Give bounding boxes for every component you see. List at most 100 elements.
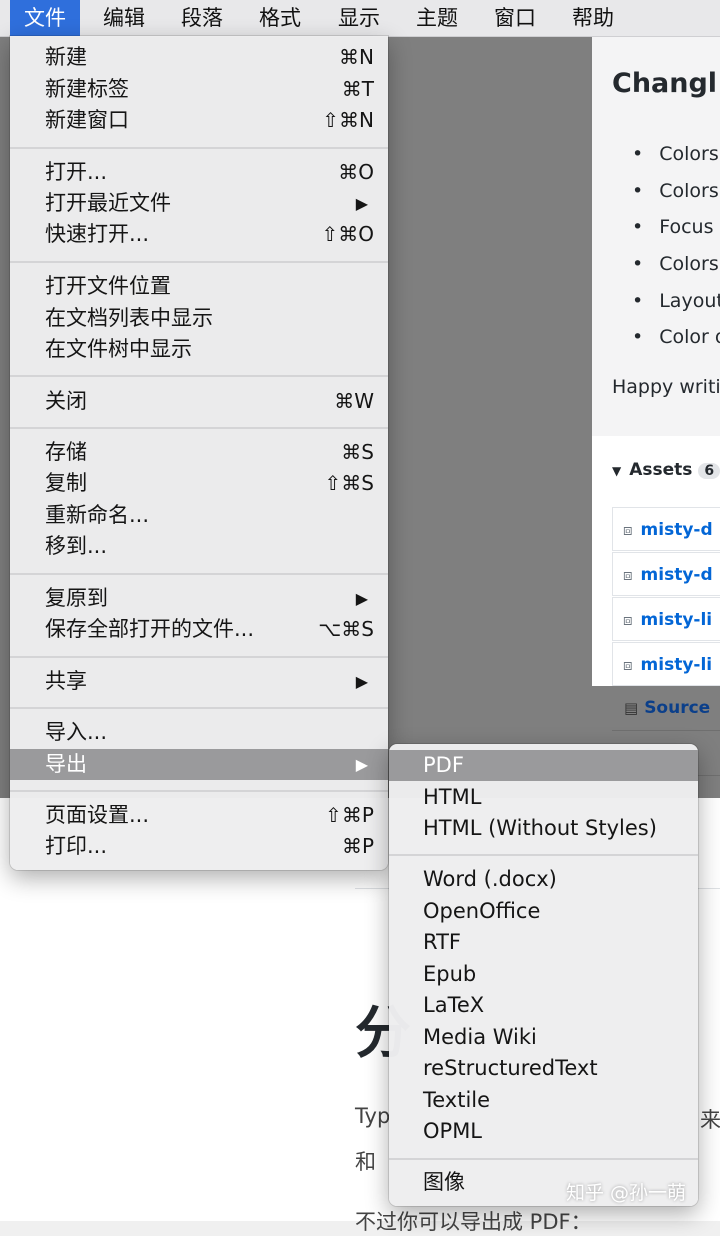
menu-item-export[interactable]: 导出 ▶ bbox=[10, 749, 388, 780]
menu-item-share[interactable]: 共享 ▶ bbox=[10, 666, 388, 697]
menu-item-label: 在文档列表中显示 bbox=[45, 306, 213, 330]
menubar-file[interactable]: 文件 bbox=[10, 0, 80, 36]
export-item-rtf[interactable]: RTF bbox=[389, 927, 698, 958]
asset-name: misty-d bbox=[640, 565, 713, 585]
paragraph-text: 和 bbox=[355, 1150, 376, 1174]
shortcut-label: ⇧⌘O bbox=[321, 222, 375, 246]
shortcut-label: ⇧⌘S bbox=[324, 471, 374, 495]
export-item-opml[interactable]: OPML bbox=[389, 1116, 698, 1147]
menubar-window[interactable]: 窗口 bbox=[480, 0, 550, 36]
list-item: Focus bbox=[612, 209, 720, 246]
menu-item-new-tab[interactable]: 新建标签 ⌘T bbox=[10, 74, 388, 105]
menu-item-quick-open[interactable]: 快速打开... ⇧⌘O bbox=[10, 219, 388, 250]
menu-separator bbox=[10, 573, 388, 575]
shortcut-label: ⇧⌘N bbox=[322, 108, 374, 132]
menu-item-move-to[interactable]: 移到... bbox=[10, 531, 388, 562]
export-item-html[interactable]: HTML bbox=[389, 782, 698, 813]
caret-down-icon: ▼ bbox=[612, 464, 622, 478]
asset-link[interactable]: ⧈ misty-d bbox=[612, 552, 720, 596]
menu-item-label: 复原到 bbox=[45, 586, 108, 610]
export-submenu: PDF HTML HTML (Without Styles) Word (.do… bbox=[389, 744, 698, 1206]
menu-separator bbox=[10, 427, 388, 429]
menu-item-print[interactable]: 打印... ⌘P bbox=[10, 831, 388, 862]
shortcut-label: ⌘T bbox=[341, 77, 374, 101]
menu-item-new-window[interactable]: 新建窗口 ⇧⌘N bbox=[10, 105, 388, 136]
export-item-pdf[interactable]: PDF bbox=[389, 750, 698, 781]
shortcut-label: ⌘P bbox=[341, 834, 374, 858]
menu-item-duplicate[interactable]: 复制 ⇧⌘S bbox=[10, 468, 388, 499]
menu-separator bbox=[10, 656, 388, 658]
menu-item-revert-to[interactable]: 复原到 ▶ bbox=[10, 583, 388, 614]
list-item: Colors bbox=[612, 246, 720, 283]
menu-item-label: 打开文件位置 bbox=[45, 274, 171, 298]
menu-item-save-all[interactable]: 保存全部打开的文件... ⌥⌘S bbox=[10, 614, 388, 645]
menu-item-open[interactable]: 打开... ⌘O bbox=[10, 157, 388, 188]
list-item: Color o bbox=[612, 319, 720, 356]
paragraph-text-fragment: 来 bbox=[700, 1108, 720, 1132]
export-item-textile[interactable]: Textile bbox=[389, 1085, 698, 1116]
menu-item-label: 快速打开... bbox=[45, 222, 150, 246]
menu-item-label: 移到... bbox=[45, 534, 108, 558]
zip-file-icon: ▤ bbox=[624, 699, 639, 717]
menu-separator bbox=[10, 707, 388, 709]
menu-item-close[interactable]: 关闭 ⌘W bbox=[10, 386, 388, 417]
export-item-epub[interactable]: Epub bbox=[389, 959, 698, 990]
menu-item-label: 共享 bbox=[45, 669, 87, 693]
closing-text: Happy writi bbox=[612, 376, 720, 398]
menubar-paragraph[interactable]: 段落 bbox=[167, 0, 237, 36]
asset-link[interactable]: ⧈ misty-d bbox=[612, 507, 720, 551]
source-name: Source bbox=[644, 698, 711, 718]
export-item-latex[interactable]: LaTeX bbox=[389, 990, 698, 1021]
changelog-panel: Changl Colors Colors Focus Colors Layout… bbox=[592, 36, 720, 436]
menubar-format[interactable]: 格式 bbox=[245, 0, 315, 36]
package-icon: ⧈ bbox=[623, 521, 633, 539]
export-item-media-wiki[interactable]: Media Wiki bbox=[389, 1022, 698, 1053]
export-item-html-without-styles[interactable]: HTML (Without Styles) bbox=[389, 813, 698, 844]
menu-item-label: Epub bbox=[423, 962, 477, 986]
menu-item-open-file-location[interactable]: 打开文件位置 bbox=[10, 271, 388, 302]
menu-item-label: 打开... bbox=[45, 160, 108, 184]
menu-item-save[interactable]: 存储 ⌘S bbox=[10, 437, 388, 468]
menu-item-label: 页面设置... bbox=[45, 803, 150, 827]
source-link[interactable]: ▤ Source bbox=[612, 686, 720, 731]
file-menu: 新建 ⌘N 新建标签 ⌘T 新建窗口 ⇧⌘N 打开... ⌘O 打开最近文件 ▶ 快速打开… bbox=[10, 36, 388, 870]
shortcut-label: ⌘W bbox=[334, 389, 374, 413]
export-item-word[interactable]: Word (.docx) bbox=[389, 864, 698, 895]
menu-item-label: 图像 bbox=[423, 1170, 465, 1194]
assets-header[interactable]: ▼ Assets 6 bbox=[612, 460, 720, 480]
menu-item-open-recent[interactable]: 打开最近文件 ▶ bbox=[10, 188, 388, 219]
list-item: Colors bbox=[612, 136, 720, 173]
shortcut-label: ⌘S bbox=[341, 440, 374, 464]
menu-item-rename[interactable]: 重新命名... bbox=[10, 500, 388, 531]
export-item-openoffice[interactable]: OpenOffice bbox=[389, 896, 698, 927]
paragraph-text: Typ bbox=[355, 1104, 391, 1128]
menu-item-reveal-in-doc-list[interactable]: 在文档列表中显示 bbox=[10, 303, 388, 334]
shortcut-label: ⌘O bbox=[338, 160, 374, 184]
menu-item-label: RTF bbox=[423, 930, 461, 954]
menu-separator bbox=[389, 854, 698, 856]
menu-item-new[interactable]: 新建 ⌘N bbox=[10, 42, 388, 73]
menu-item-page-setup[interactable]: 页面设置... ⇧⌘P bbox=[10, 800, 388, 831]
menu-item-label: PDF bbox=[423, 753, 464, 777]
menubar-view[interactable]: 显示 bbox=[324, 0, 394, 36]
menu-item-label: 新建标签 bbox=[45, 77, 129, 101]
export-item-restructuredtext[interactable]: reStructuredText bbox=[389, 1053, 698, 1084]
menu-item-import[interactable]: 导入... bbox=[10, 717, 388, 748]
submenu-arrow-icon: ▶ bbox=[355, 194, 368, 213]
menubar-theme[interactable]: 主题 bbox=[402, 0, 472, 36]
menubar-edit[interactable]: 编辑 bbox=[89, 0, 159, 36]
shortcut-label: ⌘N bbox=[339, 45, 374, 69]
menu-item-label: HTML bbox=[423, 785, 482, 809]
menu-item-reveal-in-file-tree[interactable]: 在文件树中显示 bbox=[10, 334, 388, 365]
menu-item-label: 导出 bbox=[45, 752, 87, 776]
menubar-help[interactable]: 帮助 bbox=[558, 0, 628, 36]
menu-item-label: reStructuredText bbox=[423, 1056, 598, 1080]
package-icon: ⧈ bbox=[623, 656, 633, 674]
menu-item-label: 存储 bbox=[45, 440, 87, 464]
asset-link[interactable]: ⧈ misty-li bbox=[612, 597, 720, 641]
menu-item-label: 新建窗口 bbox=[45, 108, 129, 132]
asset-name: misty-li bbox=[640, 655, 713, 675]
asset-link[interactable]: ⧈ misty-li bbox=[612, 642, 720, 686]
asset-name: misty-li bbox=[640, 610, 713, 630]
submenu-arrow-icon: ▶ bbox=[355, 672, 368, 691]
